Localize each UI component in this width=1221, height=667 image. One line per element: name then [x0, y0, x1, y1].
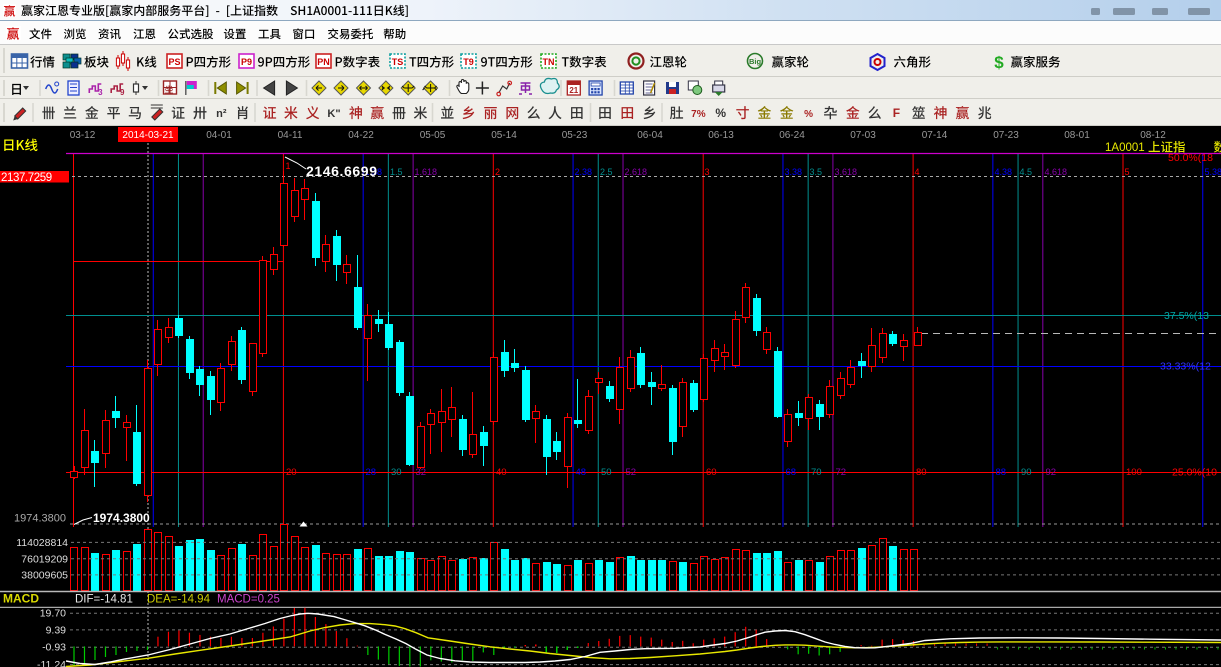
- svg-text:60: 60: [706, 467, 717, 478]
- svg-text:1A0001: 1A0001: [1105, 142, 1145, 154]
- svg-text:19.70: 19.70: [40, 608, 66, 620]
- svg-text:TN: TN: [543, 57, 555, 67]
- svg-text:114028814: 114028814: [16, 537, 68, 549]
- svg-text:TS: TS: [392, 57, 404, 67]
- svg-text:2014-03-21: 2014-03-21: [122, 130, 174, 141]
- svg-text:n²: n²: [216, 108, 227, 120]
- svg-text:48: 48: [576, 467, 587, 478]
- svg-text:MACD=0.25: MACD=0.25: [217, 594, 280, 606]
- svg-text:Big: Big: [749, 57, 762, 66]
- svg-text:2.38: 2.38: [575, 167, 593, 177]
- svg-text:30: 30: [391, 467, 402, 478]
- svg-text:37.5%(13: 37.5%(13: [1164, 310, 1209, 322]
- svg-text:52: 52: [626, 467, 637, 478]
- svg-text:1: 1: [286, 161, 291, 171]
- svg-text:07-03: 07-03: [850, 130, 876, 141]
- svg-text:100: 100: [1126, 467, 1142, 478]
- svg-text:1974.3800: 1974.3800: [14, 513, 66, 525]
- svg-text:4.618: 4.618: [1045, 167, 1068, 177]
- svg-text:76019209: 76019209: [21, 553, 68, 565]
- svg-text:PS: PS: [168, 57, 180, 67]
- svg-text:04-11: 04-11: [278, 130, 303, 141]
- svg-text:08-01: 08-01: [1064, 130, 1090, 141]
- svg-text:3.38: 3.38: [785, 167, 803, 177]
- svg-text:05-23: 05-23: [562, 130, 588, 141]
- svg-text:3: 3: [98, 88, 103, 97]
- svg-text:1.618: 1.618: [415, 167, 438, 177]
- svg-text:%: %: [804, 109, 813, 120]
- svg-text:03-12: 03-12: [70, 130, 96, 141]
- svg-text:3: 3: [705, 167, 710, 177]
- svg-text:06-04: 06-04: [637, 130, 663, 141]
- svg-text:4.5: 4.5: [1020, 167, 1033, 177]
- svg-text:T9: T9: [463, 57, 474, 67]
- svg-text:2146.6699: 2146.6699: [306, 163, 378, 179]
- svg-text:06-13: 06-13: [708, 130, 734, 141]
- svg-text:MACD: MACD: [3, 592, 39, 606]
- svg-text:05-05: 05-05: [420, 130, 446, 141]
- svg-text:2.618: 2.618: [625, 167, 648, 177]
- svg-text:7%: 7%: [691, 109, 706, 120]
- svg-text:-0.93: -0.93: [42, 642, 66, 654]
- svg-text:F: F: [893, 106, 900, 120]
- svg-text:4: 4: [915, 167, 920, 177]
- svg-text:3.5: 3.5: [810, 167, 823, 177]
- svg-text:04-01: 04-01: [206, 130, 232, 141]
- svg-text:07-23: 07-23: [993, 130, 1019, 141]
- svg-text:1974.3800: 1974.3800: [93, 511, 150, 525]
- svg-text:08-12: 08-12: [1140, 130, 1166, 141]
- svg-text:2.5: 2.5: [600, 167, 613, 177]
- svg-text:80: 80: [916, 467, 927, 478]
- svg-text:06-24: 06-24: [779, 130, 805, 141]
- svg-text:05-14: 05-14: [491, 130, 517, 141]
- svg-text:72: 72: [836, 467, 847, 478]
- svg-text:DIF=-14.81: DIF=-14.81: [75, 594, 133, 606]
- svg-text:70: 70: [811, 467, 822, 478]
- svg-text:9: 9: [120, 88, 125, 97]
- svg-text:5: 5: [1125, 167, 1130, 177]
- svg-text:38009605: 38009605: [21, 570, 68, 582]
- svg-text:K": K": [327, 108, 340, 120]
- svg-text:92: 92: [1046, 467, 1057, 478]
- svg-text:2: 2: [495, 167, 500, 177]
- svg-text:25.0%(10: 25.0%(10: [1172, 467, 1217, 479]
- svg-text:9.39: 9.39: [46, 624, 67, 636]
- svg-text:2137.7259: 2137.7259: [1, 172, 52, 184]
- svg-text:28: 28: [366, 467, 377, 478]
- svg-text:68: 68: [786, 467, 797, 478]
- svg-text:DEA=-14.94: DEA=-14.94: [147, 594, 211, 606]
- svg-text:88: 88: [996, 467, 1007, 478]
- svg-text:1.5: 1.5: [390, 167, 403, 177]
- svg-text:4.38: 4.38: [995, 167, 1013, 177]
- svg-text:33.33%(12: 33.33%(12: [1160, 361, 1211, 373]
- svg-text:3.618: 3.618: [835, 167, 858, 177]
- svg-text:P9: P9: [241, 57, 252, 67]
- svg-text:20: 20: [286, 467, 297, 478]
- svg-text:%: %: [715, 106, 726, 120]
- svg-text:-11.24: -11.24: [37, 659, 66, 667]
- svg-text:5.38: 5.38: [1205, 167, 1221, 177]
- svg-text:90: 90: [1021, 467, 1032, 478]
- svg-text:PN: PN: [317, 57, 330, 67]
- svg-text:50.0%(18: 50.0%(18: [1168, 152, 1213, 164]
- svg-text:21: 21: [569, 86, 578, 95]
- svg-text:50: 50: [601, 467, 612, 478]
- svg-text:07-14: 07-14: [922, 130, 948, 141]
- svg-text:04-22: 04-22: [348, 130, 374, 141]
- svg-text:40: 40: [496, 467, 507, 478]
- svg-text:$: $: [994, 53, 1004, 72]
